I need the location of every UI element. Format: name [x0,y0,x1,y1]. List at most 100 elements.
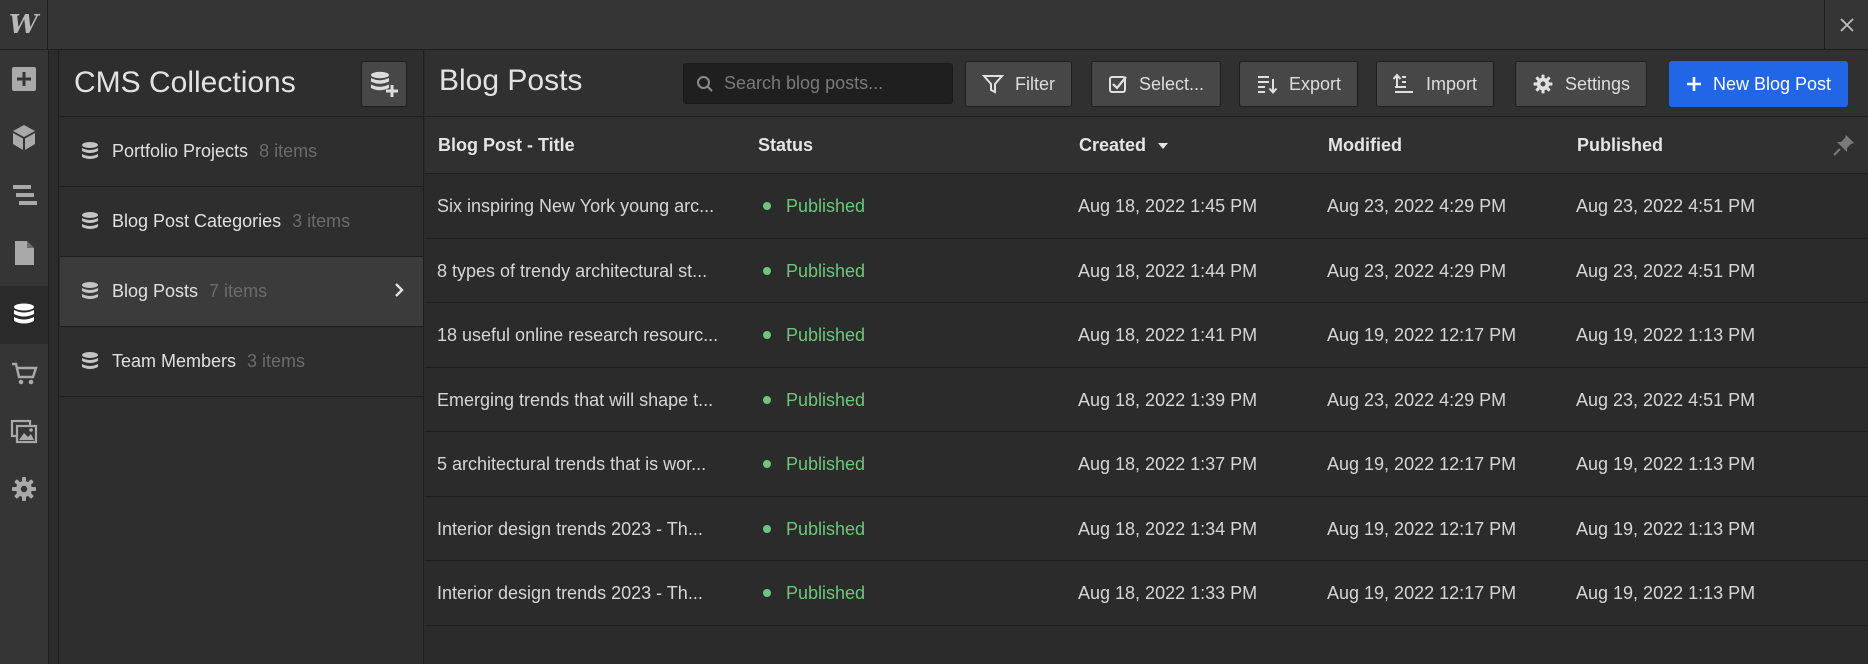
collection-count: 3 items [247,351,306,371]
status-dot [763,589,771,597]
cell-modified: Aug 23, 2022 4:29 PM [1327,260,1507,281]
cell-status: Published [786,583,866,603]
cell-status: Published [786,196,866,216]
export-icon [1258,76,1278,95]
export-button[interactable]: Export [1239,61,1359,107]
cell-title: Interior design trends 2023 - Th... [437,583,703,603]
status-dot [763,395,771,404]
main-panel: Blog Posts Filter Select... [425,50,1868,664]
settings-button[interactable]: Settings [1515,61,1648,107]
cell-published: Aug 19, 2022 1:13 PM [1576,583,1756,603]
cell-created: Aug 18, 2022 1:39 PM [1078,389,1258,410]
table-row[interactable]: 18 useful online research resourc... Pub… [425,303,1868,368]
toolbar: Blog Posts Filter Select... [425,50,1868,117]
close-icon [1839,18,1854,32]
cell-created: Aug 18, 2022 1:34 PM [1078,518,1258,539]
webflow-logo-button[interactable]: W [0,0,48,50]
cell-status: Published [786,260,866,281]
gear-icon [1533,74,1553,94]
close-button[interactable] [1824,0,1868,50]
table-header: Blog Post - Title Status Created Modifie… [425,117,1868,174]
collection-name: Blog Post Categories [112,211,282,231]
rail-pages-button[interactable] [0,224,48,282]
database-icon [82,351,98,369]
collection-item-blog-post-categories[interactable]: Blog Post Categories 3 items [60,187,423,257]
cell-title: 8 types of trendy architectural st... [437,260,708,281]
add-collection-button[interactable] [361,61,407,107]
left-rail [0,50,49,664]
cell-created: Aug 18, 2022 1:41 PM [1078,325,1258,345]
table-row[interactable]: Six inspiring New York young arc... Publ… [425,174,1868,239]
cell-modified: Aug 19, 2022 12:17 PM [1327,325,1517,345]
cell-published: Aug 19, 2022 1:13 PM [1576,325,1756,345]
status-dot [763,202,771,210]
cell-created: Aug 18, 2022 1:33 PM [1078,583,1258,603]
cell-published: Aug 19, 2022 1:13 PM [1576,518,1756,539]
cell-title: 5 architectural trends that is wor... [437,454,707,474]
cell-modified: Aug 23, 2022 4:29 PM [1327,389,1507,410]
collection-item-blog-posts[interactable]: Blog Posts 7 items [60,257,423,327]
add-database-icon [371,71,398,97]
collections-header: CMS Collections [60,50,423,117]
database-icon [82,141,98,159]
images-icon [10,419,38,444]
table-row[interactable]: Interior design trends 2023 - Th... Publ… [425,497,1868,561]
cell-status: Published [786,454,866,474]
status-dot [763,266,771,275]
box-icon [13,125,35,150]
collection-item-portfolio-projects[interactable]: Portfolio Projects 8 items [60,117,423,187]
cell-status: Published [786,389,866,410]
pin-icon[interactable] [1832,133,1856,157]
cell-published: Aug 19, 2022 1:13 PM [1576,454,1756,474]
cell-created: Aug 18, 2022 1:37 PM [1078,454,1258,474]
rail-settings-button[interactable] [0,460,48,518]
status-dot [763,331,771,339]
select-label: Select... [1139,73,1205,94]
rail-ecommerce-button[interactable] [0,344,48,402]
rail-assets-button[interactable] [0,402,48,460]
cell-modified: Aug 19, 2022 12:17 PM [1327,518,1517,539]
import-button[interactable]: Import [1376,61,1495,107]
cell-title: Interior design trends 2023 - Th... [437,518,703,539]
column-header-created[interactable]: Created [1079,135,1169,156]
table-row[interactable]: Emerging trends that will shape t... Pub… [425,368,1868,432]
plus-square-icon [12,67,36,91]
cart-icon [12,362,38,385]
collection-item-team-members[interactable]: Team Members 3 items [60,327,423,397]
cell-published: Aug 23, 2022 4:51 PM [1576,196,1756,216]
rail-navigator-button[interactable] [0,108,48,166]
search-input[interactable] [722,72,942,95]
collection-name: Portfolio Projects [112,141,249,161]
collections-title: CMS Collections [74,66,296,99]
new-blog-post-label: New Blog Post [1713,73,1832,94]
column-header-title[interactable]: Blog Post - Title [438,135,575,156]
filter-button[interactable]: Filter [965,61,1072,107]
table-row[interactable]: 5 architectural trends that is wor... Pu… [425,432,1868,497]
import-label: Import [1426,73,1478,94]
settings-label: Settings [1565,73,1631,94]
checkbox-icon [1109,76,1127,93]
cell-published: Aug 23, 2022 4:51 PM [1576,389,1756,410]
new-blog-post-button[interactable]: New Blog Post [1669,61,1849,107]
filter-label: Filter [1015,73,1055,94]
rail-cms-button[interactable] [0,286,48,344]
select-button[interactable]: Select... [1091,61,1222,107]
search-icon [697,75,713,92]
table-row[interactable]: Interior design trends 2023 - Th... Publ… [425,561,1868,626]
export-label: Export [1289,73,1342,94]
chevron-right-icon [395,283,404,297]
database-icon [82,211,98,229]
collection-count: 3 items [292,211,351,231]
collection-name: Team Members [112,351,237,371]
cell-title: Six inspiring New York young arc... [437,196,715,216]
cell-created: Aug 18, 2022 1:44 PM [1078,260,1258,281]
column-header-status[interactable]: Status [758,135,813,156]
database-icon [82,281,98,299]
status-dot [763,524,771,533]
search-box[interactable] [683,63,953,104]
rail-add-button[interactable] [0,50,48,108]
rail-layers-button[interactable] [0,166,48,224]
column-header-published[interactable]: Published [1577,135,1663,156]
column-header-modified[interactable]: Modified [1328,135,1402,156]
table-row[interactable]: 8 types of trendy architectural st... Pu… [425,239,1868,303]
